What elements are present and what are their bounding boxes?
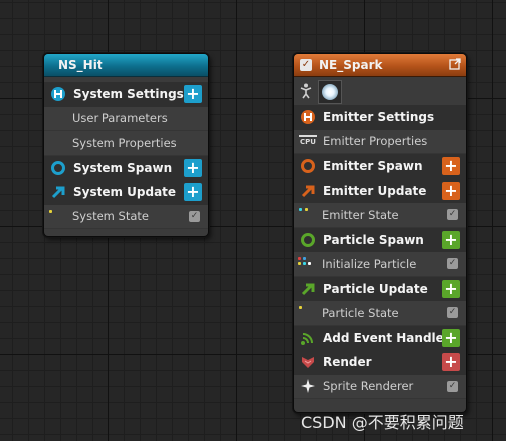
- render-row[interactable]: Render +: [294, 350, 466, 375]
- sprite-icon: [299, 377, 317, 395]
- row-label: User Parameters: [72, 111, 168, 126]
- cpu-icon: CPU: [299, 135, 317, 147]
- row-label: System Settings: [73, 87, 184, 102]
- emitter-thumbnail: [318, 80, 342, 104]
- row-label: Emitter Update: [323, 183, 427, 198]
- particle-state-row[interactable]: Particle State ✓: [294, 301, 466, 326]
- emitter-summary-row: [294, 77, 466, 105]
- update-arrow-icon: [299, 280, 317, 298]
- system-spawn-row[interactable]: System Spawn +: [44, 155, 208, 180]
- state-dot-icon: [299, 306, 302, 309]
- row-label: Particle State: [322, 305, 399, 320]
- initialize-particle-row[interactable]: Initialize Particle ✓: [294, 252, 466, 277]
- system-settings-row[interactable]: System Settings +: [44, 82, 208, 107]
- user-parameters-row[interactable]: User Parameters: [44, 106, 208, 131]
- spawn-ring-icon: [299, 231, 317, 249]
- row-label: Emitter State: [322, 207, 399, 222]
- add-system-spawn-button[interactable]: +: [184, 158, 202, 177]
- row-label: Particle Spawn: [323, 232, 424, 247]
- emitter-update-row[interactable]: Emitter Update +: [294, 178, 466, 203]
- particle-state-checkbox[interactable]: ✓: [447, 307, 458, 318]
- add-render-button[interactable]: +: [442, 353, 460, 371]
- open-asset-icon[interactable]: [449, 58, 461, 73]
- row-label: System Spawn: [73, 160, 173, 175]
- add-system-settings-button[interactable]: +: [184, 85, 202, 103]
- row-label: System State: [72, 209, 149, 224]
- figure-icon: [300, 83, 312, 103]
- ns-hit-header[interactable]: NS_Hit: [44, 54, 208, 77]
- settings-icon: [299, 108, 317, 126]
- emitter-settings-row[interactable]: Emitter Settings: [294, 105, 466, 130]
- ne-spark-header[interactable]: ✓ NE_Spark: [294, 54, 466, 77]
- state-dot-icon: [299, 208, 302, 211]
- sprite-renderer-row[interactable]: Sprite Renderer ✓: [294, 374, 466, 399]
- update-arrow-icon: [299, 182, 317, 200]
- event-handler-icon: [299, 329, 317, 347]
- add-emitter-update-button[interactable]: +: [442, 181, 460, 200]
- watermark: CSDN @不要积累问题: [301, 413, 464, 432]
- node-title: NS_Hit: [58, 58, 103, 72]
- system-properties-row[interactable]: System Properties: [44, 131, 208, 156]
- system-state-checkbox[interactable]: ✓: [189, 210, 200, 222]
- module-dots-icon: [298, 257, 312, 269]
- enable-emitter-checkbox[interactable]: ✓: [300, 59, 312, 71]
- row-label: Particle Update: [323, 281, 428, 296]
- add-event-handler-button[interactable]: +: [442, 328, 460, 347]
- row-label: Initialize Particle: [322, 256, 417, 271]
- add-particle-update-button[interactable]: +: [442, 279, 460, 298]
- settings-icon: [49, 85, 67, 103]
- ne-spark-node[interactable]: ✓ NE_Spark Emitter Settings CPU Emitter …: [293, 53, 467, 413]
- row-label: System Properties: [72, 135, 177, 150]
- row-label: System Update: [73, 185, 177, 200]
- row-label: Emitter Settings: [323, 110, 435, 125]
- emitter-properties-row[interactable]: CPU Emitter Properties: [294, 129, 466, 154]
- emitter-spawn-row[interactable]: Emitter Spawn +: [294, 154, 466, 179]
- particle-spawn-row[interactable]: Particle Spawn +: [294, 227, 466, 252]
- state-dot-icon-2: [305, 208, 308, 211]
- spawn-ring-icon: [49, 159, 67, 177]
- node-title: NE_Spark: [319, 58, 383, 72]
- row-label: Add Event Handler: [323, 330, 450, 345]
- row-label: Render: [323, 355, 372, 370]
- update-arrow-icon: [49, 183, 67, 201]
- row-label: Emitter Spawn: [323, 159, 423, 174]
- particle-update-row[interactable]: Particle Update +: [294, 276, 466, 301]
- add-particle-spawn-button[interactable]: +: [442, 230, 460, 249]
- row-label: Sprite Renderer: [323, 379, 414, 394]
- initialize-particle-checkbox[interactable]: ✓: [447, 258, 458, 269]
- system-state-row[interactable]: System State ✓: [44, 204, 208, 229]
- emitter-state-checkbox[interactable]: ✓: [447, 209, 458, 220]
- add-event-handler-row[interactable]: Add Event Handler +: [294, 325, 466, 350]
- render-icon: [299, 353, 317, 371]
- add-emitter-spawn-button[interactable]: +: [442, 157, 460, 175]
- sprite-renderer-checkbox[interactable]: ✓: [447, 380, 458, 392]
- state-dot-icon: [49, 209, 52, 213]
- ns-hit-node[interactable]: NS_Hit System Settings + User Parameters…: [43, 53, 209, 237]
- spawn-ring-icon: [299, 157, 317, 175]
- emitter-state-row[interactable]: Emitter State ✓: [294, 203, 466, 228]
- system-update-row[interactable]: System Update +: [44, 180, 208, 205]
- add-system-update-button[interactable]: +: [184, 183, 202, 201]
- row-label: Emitter Properties: [323, 134, 428, 149]
